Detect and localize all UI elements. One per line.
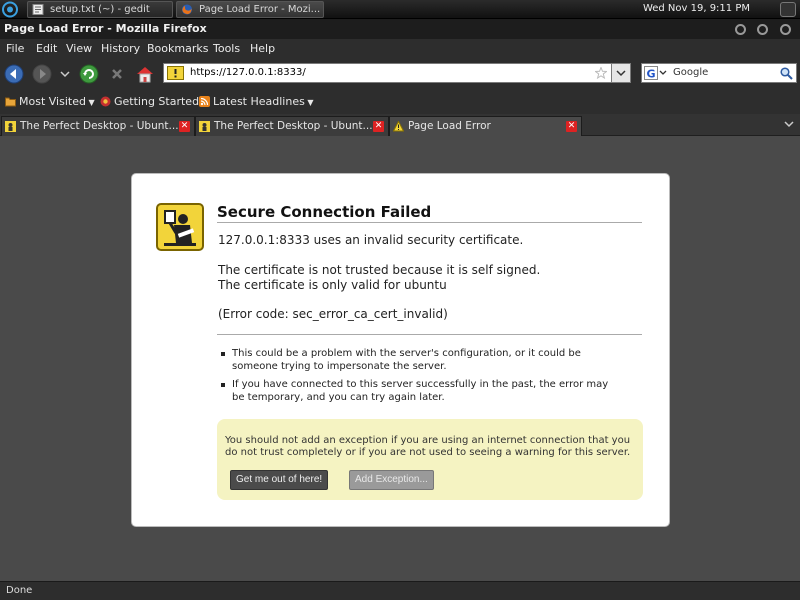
tab-close-icon[interactable]: ✕	[566, 121, 577, 132]
status-bar: Done	[0, 581, 800, 600]
page-content: Secure Connection Failed 127.0.0.1:8333 …	[0, 137, 800, 581]
site-favicon-icon	[199, 121, 210, 132]
folder-icon	[5, 97, 16, 107]
security-warning-icon[interactable]	[167, 66, 184, 80]
taskbar-item-label: setup.txt (~) - gedit	[50, 4, 150, 15]
close-button[interactable]	[780, 24, 791, 35]
tab-label: The Perfect Desktop - Ubunt...	[214, 120, 373, 132]
error-bullet: This could be a problem with the server'…	[221, 347, 622, 373]
error-detail-self-signed: The certificate is not trusted because i…	[218, 263, 541, 277]
menu-bar: File Edit View History Bookmarks Tools H…	[0, 39, 800, 58]
error-description: 127.0.0.1:8333 uses an invalid security …	[218, 233, 524, 247]
exception-warning-box: You should not add an exception if you a…	[217, 419, 643, 500]
menu-help[interactable]: Help	[250, 42, 275, 55]
taskbar-item-gedit[interactable]: setup.txt (~) - gedit	[27, 1, 173, 18]
exception-warning-text: You should not add an exception if you a…	[225, 435, 631, 458]
text-editor-icon	[32, 4, 44, 15]
tab-close-icon[interactable]: ✕	[373, 121, 384, 132]
menu-file[interactable]: File	[6, 42, 24, 55]
tab-label: Page Load Error	[408, 120, 491, 132]
error-page: Secure Connection Failed 127.0.0.1:8333 …	[131, 173, 670, 527]
bookmark-label: Latest Headlines	[213, 95, 305, 108]
navigation-toolbar: https://127.0.0.1:8333/ G Google	[0, 58, 800, 90]
svg-text:G: G	[647, 68, 656, 81]
tab-bar: The Perfect Desktop - Ubunt... ✕ The Per…	[0, 114, 800, 136]
maximize-button[interactable]	[757, 24, 768, 35]
url-bar[interactable]: https://127.0.0.1:8333/	[163, 63, 612, 83]
get-me-out-button[interactable]: Get me out of here!	[230, 470, 329, 490]
tab-label: The Perfect Desktop - Ubunt...	[20, 120, 179, 132]
tab-close-icon[interactable]: ✕	[179, 121, 190, 132]
stop-icon[interactable]	[107, 64, 127, 84]
add-exception-button[interactable]: Add Exception...	[349, 470, 434, 490]
menu-bookmarks[interactable]: Bookmarks	[147, 42, 208, 55]
taskbar-item-label: Page Load Error - Mozi...	[199, 4, 321, 15]
reload-icon[interactable]	[79, 64, 99, 84]
forward-icon[interactable]	[32, 64, 52, 84]
status-text: Done	[6, 585, 33, 596]
bookmark-getting-started[interactable]: Getting Started	[100, 95, 199, 108]
error-detail-valid-for: The certificate is only valid for ubuntu	[218, 278, 447, 292]
menu-logo-icon[interactable]	[1, 1, 19, 18]
tab-page-load-error[interactable]: Page Load Error ✕	[389, 116, 582, 136]
url-history-dropdown[interactable]	[611, 63, 631, 83]
menu-history[interactable]: History	[101, 42, 140, 55]
tab-perfect-desktop-2[interactable]: The Perfect Desktop - Ubunt... ✕	[195, 116, 389, 136]
error-bullet: If you have connected to this server suc…	[221, 378, 622, 404]
panel-button[interactable]	[780, 2, 796, 17]
bookmark-latest-headlines[interactable]: Latest Headlines ▼	[199, 95, 314, 108]
bookmark-label: Getting Started	[114, 95, 200, 108]
search-input[interactable]: Google	[673, 67, 708, 78]
list-all-tabs-icon[interactable]	[784, 118, 794, 130]
window-title: Page Load Error - Mozilla Firefox	[4, 22, 207, 35]
bookmark-label: Most Visited	[19, 95, 86, 108]
clock[interactable]: Wed Nov 19, 9:11 PM	[643, 3, 750, 14]
top-panel: setup.txt (~) - gedit Page Load Error - …	[0, 0, 800, 19]
error-title: Secure Connection Failed	[217, 203, 642, 223]
chevron-down-icon: ▼	[85, 98, 95, 107]
site-favicon-icon	[5, 121, 16, 132]
error-code: (Error code: sec_error_ca_cert_invalid)	[218, 307, 448, 321]
rss-feed-icon	[199, 96, 210, 107]
tab-perfect-desktop-1[interactable]: The Perfect Desktop - Ubunt... ✕	[1, 116, 195, 136]
window-titlebar[interactable]: Page Load Error - Mozilla Firefox	[0, 19, 800, 39]
search-icon[interactable]	[780, 67, 793, 80]
home-icon[interactable]	[135, 64, 155, 84]
firefox-bookmark-icon	[100, 96, 111, 107]
url-text: https://127.0.0.1:8333/	[190, 67, 306, 78]
chevron-down-icon	[616, 70, 626, 77]
google-engine-icon[interactable]: G	[644, 66, 670, 80]
officer-warning-icon	[156, 203, 204, 251]
divider	[217, 334, 642, 335]
firefox-icon	[181, 4, 193, 15]
menu-edit[interactable]: Edit	[36, 42, 57, 55]
bookmark-most-visited[interactable]: Most Visited ▼	[5, 95, 95, 108]
bookmarks-toolbar: Most Visited ▼ Getting Started Latest He…	[0, 90, 800, 114]
taskbar-item-firefox[interactable]: Page Load Error - Mozi...	[176, 1, 324, 18]
minimize-button[interactable]	[735, 24, 746, 35]
menu-view[interactable]: View	[66, 42, 92, 55]
chevron-down-icon: ▼	[304, 98, 314, 107]
search-bar[interactable]: G Google	[641, 63, 797, 83]
back-icon[interactable]	[4, 64, 24, 84]
menu-tools[interactable]: Tools	[213, 42, 240, 55]
warning-triangle-icon	[393, 121, 404, 132]
history-dropdown-icon[interactable]	[58, 64, 72, 84]
bookmark-star-icon[interactable]	[595, 67, 607, 79]
